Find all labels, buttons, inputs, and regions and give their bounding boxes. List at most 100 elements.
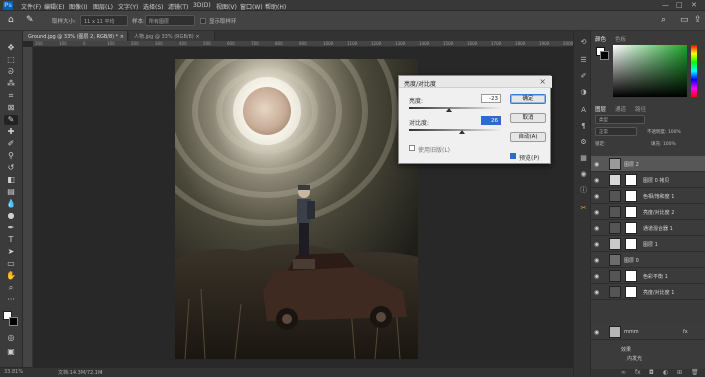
new-adjustment-icon[interactable]: ◐ — [663, 369, 668, 376]
workspace-icon[interactable]: ▭ — [680, 15, 689, 25]
tab-color[interactable]: 颜色 — [595, 35, 606, 43]
shape-tool-icon[interactable]: ▭ — [4, 259, 18, 269]
layer-row[interactable]: ◉ 图层 1 — [591, 236, 705, 252]
properties-icon[interactable]: ☰ — [578, 55, 589, 65]
bg-color-chip[interactable] — [600, 51, 609, 60]
legacy-checkbox[interactable] — [409, 145, 415, 151]
paragraph-icon[interactable]: ¶ — [578, 121, 589, 131]
tab-channels[interactable]: 通道 — [615, 105, 626, 113]
visibility-eye-icon[interactable]: ◉ — [594, 209, 599, 216]
new-layer-icon[interactable]: ⊞ — [677, 369, 682, 376]
layer-row[interactable]: ◉ 色相/饱和度 1 — [591, 188, 705, 204]
home-icon[interactable]: ⌂ — [8, 15, 14, 25]
visibility-eye-icon[interactable]: ◉ — [594, 241, 599, 248]
document-image[interactable] — [175, 59, 418, 359]
brush-settings-icon[interactable]: ✐ — [578, 71, 589, 81]
frame-tool-icon[interactable]: ⊠ — [4, 103, 18, 113]
menu-image[interactable]: 图像(I) — [69, 2, 87, 11]
layer-thumbnail[interactable] — [609, 190, 621, 202]
path-select-tool-icon[interactable]: ➤ — [4, 247, 18, 257]
crop-tool-icon[interactable]: ⌗ — [4, 91, 18, 101]
eraser-tool-icon[interactable]: ◧ — [4, 175, 18, 185]
show-ring-checkbox[interactable] — [200, 18, 206, 24]
swatches-icon[interactable]: ▦ — [578, 153, 589, 163]
fx-icon[interactable]: fx — [635, 369, 641, 376]
maximize-icon[interactable]: □ — [676, 1, 683, 9]
layer-row[interactable]: ◉ mmm fx — [591, 324, 705, 340]
ok-button[interactable]: 确定 — [510, 94, 546, 104]
info-icon[interactable]: ⓘ — [578, 185, 589, 195]
visibility-eye-icon[interactable]: ◉ — [594, 225, 599, 232]
magic-wand-tool-icon[interactable]: ⁂ — [4, 79, 18, 89]
layer-row[interactable]: ◉ 通道混合器 1 — [591, 220, 705, 236]
share-icon[interactable]: ⇪ — [694, 15, 702, 25]
layer-row[interactable]: ◉ 图层 2 — [591, 156, 705, 172]
history-brush-tool-icon[interactable]: ↺ — [4, 163, 18, 173]
layer-mask-thumbnail[interactable] — [625, 270, 637, 282]
visibility-eye-icon[interactable]: ◉ — [594, 193, 599, 200]
brush-tool-icon[interactable]: ✐ — [4, 139, 18, 149]
menu-window[interactable]: 窗口(W) — [240, 2, 263, 11]
menu-filter[interactable]: 滤镜(T) — [168, 2, 188, 11]
layer-mask-thumbnail[interactable] — [625, 174, 637, 186]
tab-ground[interactable]: Ground.jpg @ 33% (图层 2, RGB/8) * × — [23, 31, 128, 41]
blur-tool-icon[interactable]: 💧 — [4, 199, 18, 209]
layer-row[interactable]: ◉ 亮度/对比度 1 — [591, 284, 705, 300]
zoom-tool-icon[interactable]: ⌕ — [4, 283, 18, 293]
visibility-eye-icon[interactable]: ◉ — [594, 329, 599, 336]
more-tools-icon[interactable]: ··· — [4, 295, 18, 305]
tools-cross-icon[interactable]: ✂ — [578, 203, 589, 213]
menu-type[interactable]: 文字(Y) — [118, 2, 138, 11]
tab-person[interactable]: 人物.jpg @ 33% (RGB/8) × — [129, 31, 215, 41]
background-color-swatch[interactable] — [9, 317, 18, 326]
sample-select[interactable]: 所有图层 — [145, 15, 195, 26]
add-mask-icon[interactable]: ◘ — [649, 369, 654, 376]
visibility-eye-icon[interactable]: ◉ — [594, 161, 599, 168]
layer-row[interactable]: ◉ 亮度/对比度 2 — [591, 204, 705, 220]
preview-checkbox[interactable] — [510, 153, 516, 159]
status-arrow-icon[interactable]: › — [100, 369, 102, 376]
layer-kind-filter[interactable]: 类型 — [595, 115, 645, 124]
search-icon[interactable]: ⌕ — [661, 15, 666, 25]
visibility-eye-icon[interactable]: ◉ — [594, 177, 599, 184]
marquee-tool-icon[interactable]: ⬚ — [4, 55, 18, 65]
sample-size-select[interactable]: 11 x 11 平均 — [80, 15, 128, 26]
opacity-field[interactable]: 不透明度: 100% — [647, 129, 681, 135]
layer-thumbnail[interactable] — [609, 206, 621, 218]
link-layers-icon[interactable]: ∞ — [621, 369, 626, 376]
layer-mask-thumbnail[interactable] — [625, 190, 637, 202]
close-icon[interactable]: × — [539, 77, 546, 86]
gradient-tool-icon[interactable]: ▤ — [4, 187, 18, 197]
layer-row[interactable]: ◉ 图层 0 拷贝 — [591, 172, 705, 188]
layer-thumbnail[interactable] — [609, 254, 621, 266]
menu-edit[interactable]: 编辑(E) — [44, 2, 64, 11]
move-tool-icon[interactable]: ✥ — [4, 43, 18, 53]
hand-tool-icon[interactable]: ✋ — [4, 271, 18, 281]
layer-mask-thumbnail[interactable] — [625, 286, 637, 298]
stamp-tool-icon[interactable]: ⚲ — [4, 151, 18, 161]
quick-mask-icon[interactable]: ◎ — [4, 333, 18, 343]
cancel-button[interactable]: 取消 — [510, 113, 546, 123]
layer-row[interactable]: ◉ 图层 0 — [591, 252, 705, 268]
navigator-icon[interactable]: ◉ — [578, 169, 589, 179]
menu-layer[interactable]: 图层(L) — [93, 2, 113, 11]
brightness-input[interactable]: -23 — [481, 94, 501, 103]
layer-thumbnail[interactable] — [609, 158, 621, 170]
close-window-icon[interactable]: ✕ — [691, 1, 697, 9]
visibility-eye-icon[interactable]: ◉ — [594, 257, 599, 264]
zoom-level[interactable]: 33.81% — [4, 369, 23, 375]
adjustments-icon[interactable]: ◑ — [578, 87, 589, 97]
pen-tool-icon[interactable]: ✒ — [4, 223, 18, 233]
delete-layer-icon[interactable]: 🗑 — [691, 369, 699, 376]
menu-file[interactable]: 文件(F) — [21, 2, 41, 11]
visibility-eye-icon[interactable]: ◉ — [594, 273, 599, 280]
character-icon[interactable]: A — [578, 105, 589, 115]
layer-mask-thumbnail[interactable] — [625, 222, 637, 234]
healing-tool-icon[interactable]: ✚ — [4, 127, 18, 137]
layer-mask-thumbnail[interactable] — [625, 238, 637, 250]
minimize-icon[interactable]: — — [662, 1, 669, 9]
hue-slider[interactable] — [691, 45, 697, 97]
eyedropper-icon[interactable]: ✎ — [26, 15, 34, 25]
visibility-eye-icon[interactable]: ◉ — [594, 289, 599, 296]
tab-swatches[interactable]: 色板 — [615, 35, 626, 43]
